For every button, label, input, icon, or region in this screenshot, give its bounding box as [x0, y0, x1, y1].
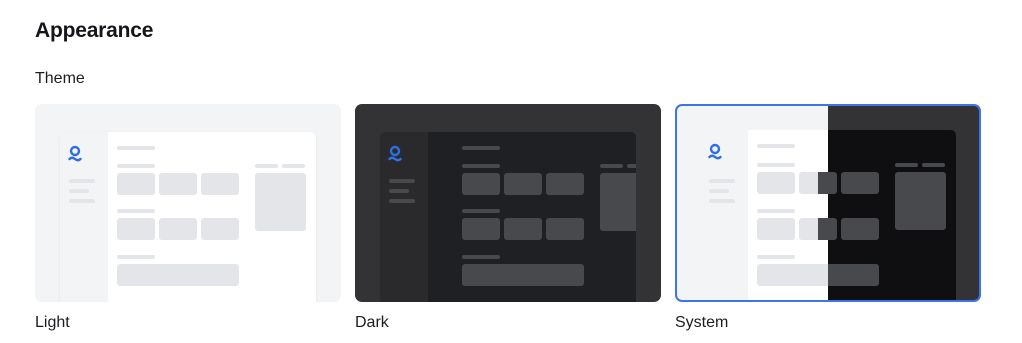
- preview-window: [700, 130, 956, 300]
- preview-sidebar: [700, 130, 748, 300]
- sidebar-line: [389, 179, 415, 183]
- panel-line: [895, 163, 918, 167]
- app-logo-icon: [68, 145, 82, 162]
- theme-section-label: Theme: [35, 70, 85, 87]
- theme-preview-dark[interactable]: [355, 104, 661, 302]
- content-block: [841, 218, 879, 240]
- content-heading-line: [757, 144, 795, 148]
- content-block: [504, 218, 542, 240]
- preview-window: [380, 132, 636, 302]
- content-block: [546, 173, 584, 195]
- content-heading-line: [462, 146, 500, 150]
- content-line: [117, 209, 155, 213]
- content-block: [117, 173, 155, 195]
- panel-line: [282, 164, 305, 168]
- content-block: [201, 173, 239, 195]
- theme-preview-light[interactable]: [35, 104, 341, 302]
- page-title: Appearance: [35, 19, 154, 42]
- content-block: [462, 218, 500, 240]
- content-block: [757, 172, 795, 194]
- sidebar-line: [389, 199, 415, 203]
- content-line: [462, 164, 500, 168]
- preview-sidebar: [60, 132, 108, 302]
- content-line: [117, 164, 155, 168]
- theme-option-light[interactable]: Light: [35, 104, 341, 331]
- panel-block: [895, 172, 946, 230]
- content-block: [159, 218, 197, 240]
- content-line: [462, 209, 500, 213]
- panel-line: [600, 164, 623, 168]
- sidebar-line: [709, 189, 729, 193]
- panel-line: [627, 164, 636, 168]
- panel-line: [922, 163, 945, 167]
- content-wide-block: [757, 264, 879, 286]
- preview-window: [60, 132, 316, 302]
- theme-label-light: Light: [35, 314, 70, 331]
- theme-preview-system[interactable]: [675, 104, 981, 302]
- content-block: [757, 218, 795, 240]
- sidebar-line: [69, 199, 95, 203]
- content-block: [799, 218, 837, 240]
- content-block: [841, 172, 879, 194]
- preview-sidebar: [380, 132, 428, 302]
- content-line: [757, 255, 795, 259]
- app-logo-icon: [708, 143, 722, 160]
- content-block: [799, 172, 837, 194]
- theme-option-dark[interactable]: Dark: [355, 104, 661, 331]
- content-heading-line: [117, 146, 155, 150]
- panel-block: [600, 173, 636, 231]
- sidebar-line: [709, 179, 735, 183]
- sidebar-line: [709, 199, 735, 203]
- theme-label-system: System: [675, 314, 729, 331]
- content-block: [159, 173, 197, 195]
- content-wide-block: [462, 264, 584, 286]
- content-block: [201, 218, 239, 240]
- content-block: [546, 218, 584, 240]
- theme-label-dark: Dark: [355, 314, 389, 331]
- sidebar-line: [69, 179, 95, 183]
- content-line: [757, 209, 795, 213]
- panel-line: [255, 164, 278, 168]
- panel-block: [255, 173, 306, 231]
- content-wide-block: [117, 264, 239, 286]
- content-line: [757, 163, 795, 167]
- sidebar-line: [69, 189, 89, 193]
- content-block: [462, 173, 500, 195]
- app-logo-icon: [388, 145, 402, 162]
- content-block: [117, 218, 155, 240]
- sidebar-line: [389, 189, 409, 193]
- theme-option-system[interactable]: System: [675, 104, 981, 331]
- content-line: [462, 255, 500, 259]
- content-line: [117, 255, 155, 259]
- content-block: [504, 173, 542, 195]
